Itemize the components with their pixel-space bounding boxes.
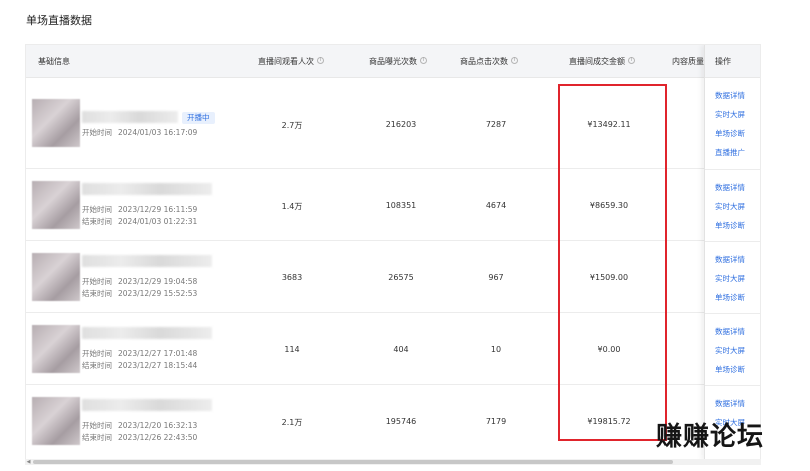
row-divider [705,169,760,170]
live-promotion-link[interactable]: 直播推广 [715,147,745,158]
end-time: 结束时间 2023/12/29 15:52:53 [82,289,198,298]
start-time: 开始时间 2023/12/29 16:11:59 [82,205,198,214]
cell-gmv: ¥13492.11 [587,120,631,129]
live-cover-thumbnail [32,397,80,445]
live-title-blurred [82,255,212,267]
cell-gmv: ¥1509.00 [589,273,629,282]
cell-exposures: 404 [393,345,409,354]
cell-exposures: 108351 [385,201,417,210]
data-detail-link[interactable]: 数据详情 [715,90,745,101]
live-cover-thumbnail [32,181,80,229]
info-icon[interactable]: i [511,57,518,64]
info-icon[interactable]: i [317,57,324,64]
cell-viewers: 1.4万 [281,202,303,211]
live-cover-thumbnail [32,253,80,301]
live-diagnosis-link[interactable]: 单场诊断 [715,128,745,139]
header-basic-info: 基础信息 [38,57,70,66]
cell-clicks: 4674 [485,201,507,210]
live-title-blurred [82,111,178,123]
live-title-blurred [82,183,212,195]
horizontal-scrollbar[interactable]: ◀ [25,459,761,465]
header-gmv[interactable]: 直播间成交金额 i [569,45,635,78]
table-row[interactable]: 开始时间 2023/12/27 17:01:48 结束时间 2023/12/27 1… [26,313,760,385]
live-diagnosis-link[interactable]: 单场诊断 [715,220,745,231]
cell-viewers: 114 [284,345,300,354]
live-title-blurred [82,327,212,339]
end-time: 结束时间 2024/01/03 01:22:31 [82,217,198,226]
cell-viewers: 2.1万 [281,418,303,427]
data-detail-link[interactable]: 数据详情 [715,398,745,409]
header-quality[interactable]: 内容质量 [672,45,704,78]
cell-viewers: 3683 [281,273,303,282]
page-title: 单场直播数据 [26,14,92,27]
info-icon[interactable]: i [420,57,427,64]
end-time: 结束时间 2023/12/26 22:43:50 [82,433,198,442]
live-title-blurred [82,399,212,411]
table-row[interactable]: 开播中 开始时间 2024/01/03 16:17:09 2.7万 216203 … [26,79,760,169]
row-divider [705,385,760,386]
cell-exposures: 216203 [385,120,417,129]
header-viewers[interactable]: 直播间观看人次 i [258,45,324,78]
info-icon[interactable]: i [628,57,635,64]
start-time: 开始时间 2023/12/27 17:01:48 [82,349,198,358]
cell-gmv: ¥0.00 [597,345,621,354]
header-operations: 操作 [705,45,760,78]
cell-exposures: 195746 [385,417,417,426]
start-time: 开始时间 2023/12/20 16:32:13 [82,421,198,430]
cell-clicks: 967 [488,273,504,282]
start-time: 开始时间 2024/01/03 16:17:09 [82,128,198,137]
realtime-screen-link[interactable]: 实时大屏 [715,201,745,212]
cell-clicks: 7179 [485,417,507,426]
live-status-badge: 开播中 [182,112,215,124]
row-divider [705,241,760,242]
cell-exposures: 26575 [388,273,414,282]
realtime-screen-link[interactable]: 实时大屏 [715,345,745,356]
cell-viewers: 2.7万 [281,121,303,130]
data-detail-link[interactable]: 数据详情 [715,254,745,265]
cell-gmv: ¥8659.30 [589,201,629,210]
table-row[interactable]: 开始时间 2023/12/29 16:11:59 结束时间 2024/01/03 0… [26,169,760,241]
cell-gmv: ¥19815.72 [587,417,631,426]
live-diagnosis-link[interactable]: 单场诊断 [715,364,745,375]
cell-clicks: 7287 [485,120,507,129]
start-time: 开始时间 2023/12/29 19:04:58 [82,277,198,286]
row-divider [705,313,760,314]
realtime-screen-link[interactable]: 实时大屏 [715,273,745,284]
cell-clicks: 10 [490,345,502,354]
end-time: 结束时间 2023/12/27 18:15:44 [82,361,198,370]
table-header: 基础信息 直播间观看人次 i 商品曝光次数 i 商品点击次数 i 直播间成交金额 i 内… [26,45,760,78]
scroll-left-icon[interactable]: ◀ [25,459,32,465]
scrollbar-thumb[interactable] [33,460,673,464]
header-clicks[interactable]: 商品点击次数 i [460,45,518,78]
live-cover-thumbnail [32,325,80,373]
forum-watermark: 赚赚论坛 [656,422,765,452]
table-row[interactable]: 开始时间 2023/12/29 19:04:58 结束时间 2023/12/29 1… [26,241,760,313]
live-data-table: 基础信息 直播间观看人次 i 商品曝光次数 i 商品点击次数 i 直播间成交金额 i 内… [25,44,761,459]
live-cover-thumbnail [32,99,80,147]
operations-column: 操作 数据详情 实时大屏 单场诊断 直播推广 数据详情 实时大屏 单场诊断 数据… [704,45,760,459]
realtime-screen-link[interactable]: 实时大屏 [715,109,745,120]
table-row[interactable]: 开始时间 2023/12/20 16:32:13 结束时间 2023/12/26 2… [26,385,760,459]
header-exposures[interactable]: 商品曝光次数 i [369,45,427,78]
live-diagnosis-link[interactable]: 单场诊断 [715,292,745,303]
data-detail-link[interactable]: 数据详情 [715,326,745,337]
data-detail-link[interactable]: 数据详情 [715,182,745,193]
